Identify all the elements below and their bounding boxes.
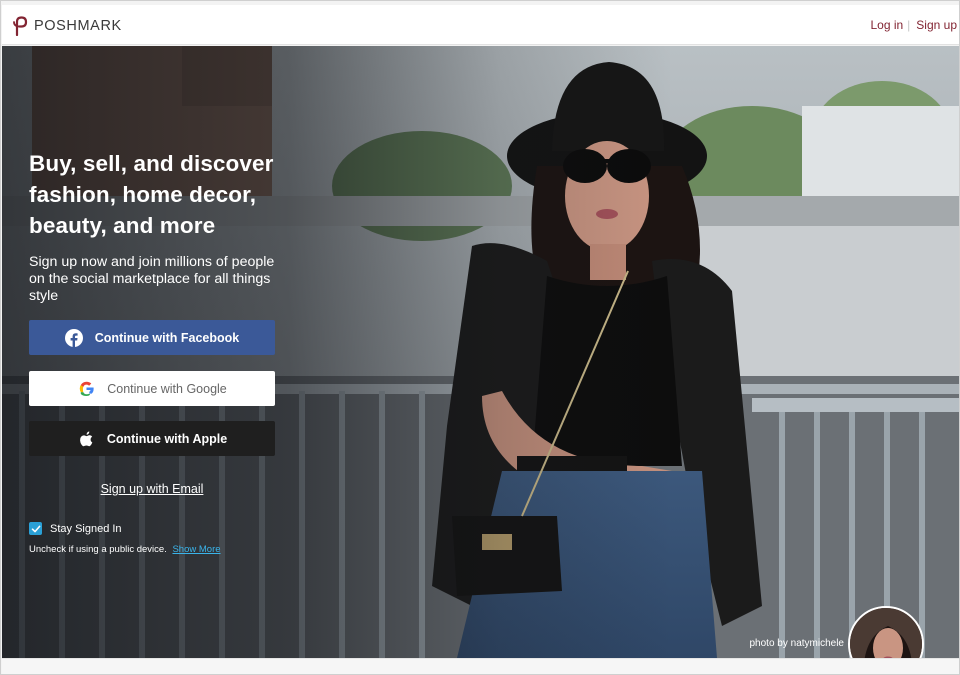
photo-credit: photo by natymichele — [749, 638, 844, 649]
continue-with-apple-button[interactable]: Continue with Apple — [29, 421, 275, 456]
stay-signed-in-label[interactable]: Stay Signed In — [50, 523, 122, 535]
continue-with-google-button[interactable]: Continue with Google — [29, 371, 275, 406]
hero-headline: Buy, sell, and discover fashion, home de… — [29, 151, 274, 238]
hero-copy: Buy, sell, and discover fashion, home de… — [29, 148, 289, 305]
poshmark-logo-icon — [13, 16, 28, 36]
public-device-note-text: Uncheck if using a public device. — [29, 544, 167, 555]
apple-button-label: Continue with Apple — [106, 431, 228, 446]
auth-divider: | — [907, 18, 911, 32]
hero-section: Buy, sell, and discover fashion, home de… — [2, 46, 959, 658]
page-frame: POSHMARK Log in | Sign up Buy, sell, and… — [0, 0, 960, 675]
login-link[interactable]: Log in — [870, 18, 903, 32]
public-device-note: Uncheck if using a public device. Show M… — [29, 544, 221, 555]
google-icon — [77, 380, 95, 398]
stay-signed-in-checkbox[interactable] — [29, 522, 42, 535]
continue-with-facebook-button[interactable]: Continue with Facebook — [29, 320, 275, 355]
apple-icon — [77, 430, 95, 448]
hero-subtext: Sign up now and join millions of people … — [29, 254, 275, 304]
sign-up-with-email-link[interactable]: Sign up with Email — [29, 482, 275, 496]
signup-link[interactable]: Sign up — [916, 18, 957, 32]
top-header: POSHMARK Log in | Sign up — [2, 5, 959, 45]
poshmark-logo[interactable]: POSHMARK — [11, 16, 122, 36]
show-more-link[interactable]: Show More — [172, 544, 220, 555]
facebook-icon — [64, 328, 83, 347]
page-footer-strip — [2, 658, 959, 674]
google-button-label: Continue with Google — [107, 381, 227, 396]
stay-signed-in-row: Stay Signed In — [29, 522, 122, 535]
auth-links: Log in | Sign up — [870, 18, 957, 32]
facebook-button-label: Continue with Facebook — [94, 330, 240, 345]
checkmark-icon — [31, 525, 40, 532]
brand-name: POSHMARK — [34, 18, 122, 34]
